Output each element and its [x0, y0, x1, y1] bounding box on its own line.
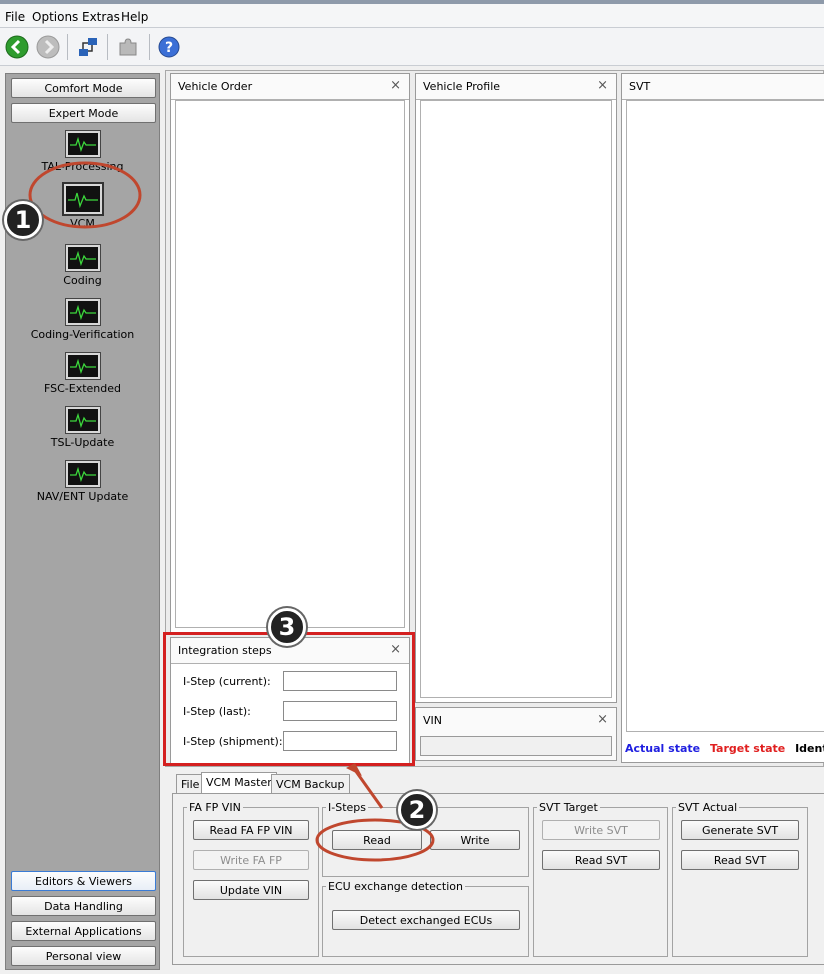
- read-fa-fp-vin-button[interactable]: Read FA FP VIN: [193, 820, 309, 840]
- toolbar: ?: [0, 28, 824, 66]
- monitor-icon: [64, 298, 101, 326]
- detect-exchanged-ecus-button[interactable]: Detect exchanged ECUs: [332, 910, 520, 930]
- vehicle-order-content: [175, 100, 405, 628]
- close-icon[interactable]: ×: [597, 78, 608, 93]
- nav-label: Coding: [63, 274, 102, 287]
- panel-title: VIN: [423, 714, 442, 727]
- vin-field[interactable]: [420, 736, 612, 756]
- update-vin-button[interactable]: Update VIN: [193, 880, 309, 900]
- callout-3: 3: [268, 608, 306, 646]
- nav-item-nav-ent-update[interactable]: NAV/ENT Update: [6, 460, 159, 503]
- menu-extras[interactable]: Extras: [82, 10, 120, 24]
- callout-1: 1: [4, 201, 42, 239]
- close-icon[interactable]: ×: [390, 78, 401, 93]
- svt-target-read-button[interactable]: Read SVT: [542, 850, 660, 870]
- monitor-icon: [64, 406, 101, 434]
- svt-actual-group: SVT Actual Generate SVT Read SVT: [672, 801, 808, 957]
- panel-title: Vehicle Order: [178, 80, 253, 93]
- expert-mode-button[interactable]: Expert Mode: [11, 103, 156, 123]
- vehicle-profile-content: [420, 100, 612, 698]
- nav-item-tsl-update[interactable]: TSL-Update: [6, 406, 159, 449]
- write-svt-button[interactable]: Write SVT: [542, 820, 660, 840]
- puzzle-icon[interactable]: [116, 35, 140, 59]
- vin-panel: VIN ×: [415, 707, 617, 761]
- personal-view-button[interactable]: Personal view: [11, 946, 156, 966]
- group-title: SVT Target: [537, 801, 600, 814]
- menu-file[interactable]: File: [5, 10, 25, 24]
- monitor-icon: [64, 460, 101, 488]
- panel-header: SVT: [622, 74, 824, 100]
- group-title: ECU exchange detection: [326, 880, 465, 893]
- forward-icon[interactable]: [36, 35, 60, 59]
- legend-identical: Identical: [795, 742, 824, 755]
- nav-label: TSL-Update: [50, 436, 115, 449]
- menu-bar: File Options Extras Help: [0, 0, 824, 28]
- svg-text:?: ?: [165, 40, 173, 56]
- monitor-icon: [64, 352, 101, 380]
- nav-label: FSC-Extended: [43, 382, 121, 395]
- vehicle-order-panel: Vehicle Order ×: [170, 73, 410, 633]
- annotation-box-3: [163, 632, 415, 766]
- help-icon[interactable]: ?: [157, 35, 181, 59]
- tab-vcm-master[interactable]: VCM Master: [201, 772, 277, 794]
- data-handling-button[interactable]: Data Handling: [11, 896, 156, 916]
- svt-target-group: SVT Target Write SVT Read SVT: [533, 801, 668, 957]
- close-icon[interactable]: ×: [597, 712, 608, 727]
- callout-2: 2: [398, 791, 436, 829]
- vehicle-profile-panel: Vehicle Profile ×: [415, 73, 617, 703]
- svt-legend: Actual state Target state Identical: [625, 742, 824, 755]
- panel-title: SVT: [629, 80, 651, 93]
- fa-fp-vin-group: FA FP VIN Read FA FP VIN Write FA FP Upd…: [183, 801, 319, 957]
- external-applications-button[interactable]: External Applications: [11, 921, 156, 941]
- monitor-icon: [64, 244, 101, 272]
- svt-content: [626, 100, 824, 732]
- menu-options[interactable]: Options: [32, 10, 78, 24]
- panel-header: Vehicle Order ×: [171, 74, 409, 100]
- menu-help[interactable]: Help: [121, 10, 148, 24]
- legend-actual-state: Actual state: [625, 742, 701, 755]
- nav-label: Coding-Verification: [30, 328, 135, 341]
- nav-label: NAV/ENT Update: [36, 490, 129, 503]
- group-title: SVT Actual: [676, 801, 740, 814]
- nav-item-fsc-extended[interactable]: FSC-Extended: [6, 352, 159, 395]
- panel-header: VIN ×: [416, 708, 616, 734]
- nav-item-coding[interactable]: Coding: [6, 244, 159, 287]
- group-title: FA FP VIN: [187, 801, 243, 814]
- back-icon[interactable]: [5, 35, 29, 59]
- ecu-exchange-group: ECU exchange detection Detect exchanged …: [322, 880, 529, 957]
- generate-svt-button[interactable]: Generate SVT: [681, 820, 799, 840]
- editors-viewers-button[interactable]: Editors & Viewers: [11, 871, 156, 891]
- panel-header: Vehicle Profile ×: [416, 74, 616, 100]
- comfort-mode-button[interactable]: Comfort Mode: [11, 78, 156, 98]
- panel-title: Vehicle Profile: [423, 80, 501, 93]
- connection-icon[interactable]: [76, 35, 100, 59]
- svt-actual-read-button[interactable]: Read SVT: [681, 850, 799, 870]
- svt-panel: SVT Actual state Target state Identical: [621, 73, 824, 763]
- nav-item-coding-verification[interactable]: Coding-Verification: [6, 298, 159, 341]
- legend-target-state: Target state: [709, 742, 786, 755]
- write-fa-fp-button[interactable]: Write FA FP: [193, 850, 309, 870]
